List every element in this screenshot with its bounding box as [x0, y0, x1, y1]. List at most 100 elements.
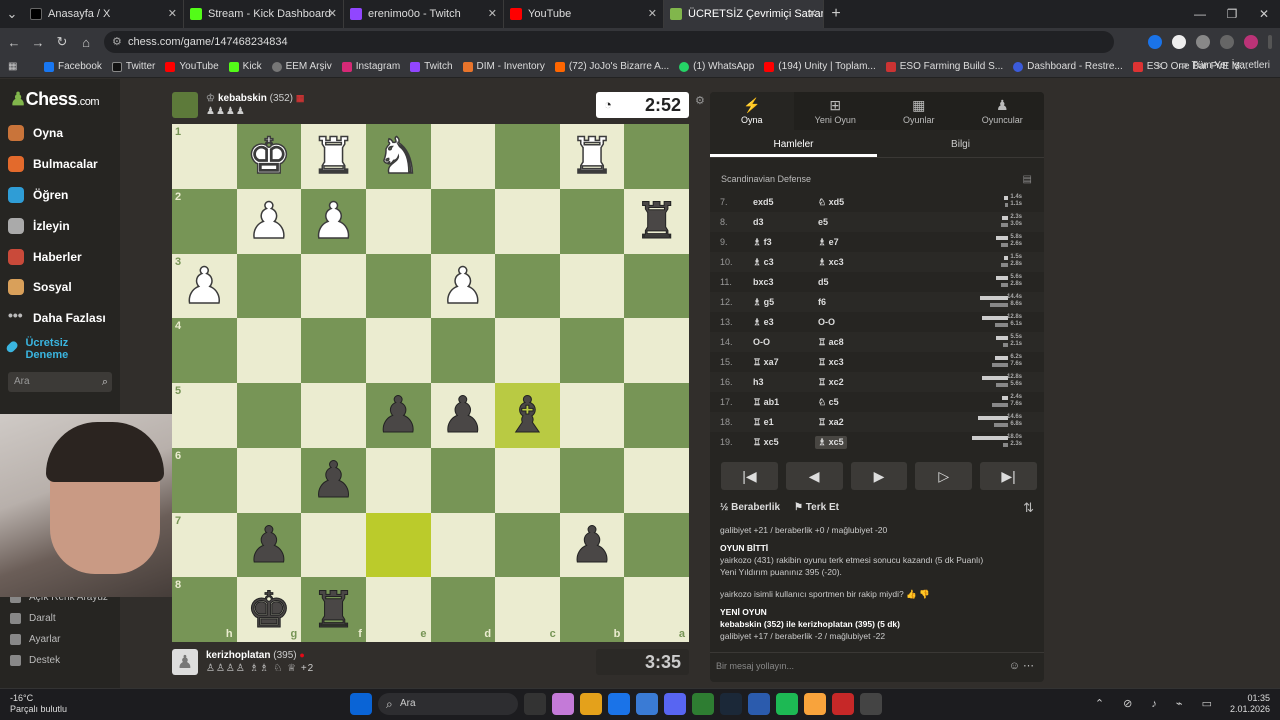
draw-button[interactable]: ½ Beraberlik — [720, 502, 780, 513]
task-view-icon[interactable] — [524, 693, 546, 715]
white-move[interactable]: ♗ f3 — [753, 237, 772, 248]
explorer-icon[interactable] — [580, 693, 602, 715]
chess-piece[interactable]: ♟ — [246, 195, 292, 247]
board-square[interactable] — [301, 253, 366, 319]
board-square[interactable]: f ♜ — [301, 577, 366, 642]
obs-icon[interactable] — [860, 693, 882, 715]
black-move[interactable]: ♗ xc5 — [815, 435, 847, 449]
xbox-icon[interactable] — [692, 693, 714, 715]
sidebar-item-free-trial[interactable]: Ücretsiz Deneme — [4, 337, 88, 361]
chess-piece[interactable]: ♚ — [246, 584, 292, 635]
tab-x[interactable]: Anasayfa / X ✕ — [24, 0, 184, 28]
white-move[interactable]: ♖ xc5 — [753, 437, 779, 448]
chrome-icon[interactable] — [608, 693, 630, 715]
reload-icon[interactable]: ↻ — [50, 34, 74, 50]
opening-name[interactable]: Scandinavian Defense — [721, 174, 811, 184]
tab-games[interactable]: ▦ Oyunlar — [877, 92, 961, 130]
sidebar-search-input[interactable]: Ara ⌕ — [8, 372, 112, 392]
black-move[interactable]: ♗ xc3 — [818, 257, 844, 268]
board-square[interactable] — [301, 318, 366, 383]
bookmark-unity[interactable]: (194) Unity | Toplam... — [764, 61, 876, 72]
board-square[interactable] — [495, 124, 560, 189]
chess-piece[interactable]: ♜ — [311, 584, 357, 635]
tab-youtube[interactable]: YouTube ✕ — [504, 0, 664, 28]
board-square[interactable] — [236, 447, 302, 513]
white-move[interactable]: h3 — [753, 377, 764, 387]
app-icon[interactable] — [748, 693, 770, 715]
close-icon[interactable]: ✕ — [488, 7, 497, 20]
black-move[interactable]: ♘ c5 — [818, 397, 839, 408]
chess-piece[interactable]: ♜ — [634, 196, 680, 247]
board-square[interactable] — [624, 512, 689, 578]
bookmark-eem[interactable]: EEM Arşiv — [271, 61, 332, 72]
black-move[interactable]: ♖ xa2 — [818, 417, 844, 428]
weather-widget[interactable]: -16°C Parçalı bulutlu — [10, 693, 67, 715]
close-icon[interactable]: ✕ — [808, 7, 817, 20]
board-square[interactable] — [430, 318, 496, 383]
board-square[interactable] — [624, 124, 689, 189]
board-square[interactable] — [495, 188, 560, 254]
board-square[interactable]: c — [495, 577, 560, 642]
white-move[interactable]: ♗ e3 — [753, 317, 774, 328]
sidebar-item-settings[interactable]: Ayarlar — [10, 634, 61, 645]
close-icon[interactable]: ✕ — [648, 7, 657, 20]
board-square[interactable]: 1 — [172, 124, 237, 189]
back-icon[interactable]: ← — [2, 35, 26, 50]
last-move-button[interactable]: ▶| — [980, 462, 1037, 490]
avatar[interactable]: ♟ — [172, 649, 198, 675]
board-square[interactable]: ♞ — [365, 124, 431, 189]
board-square[interactable] — [236, 383, 302, 448]
next-move-button[interactable]: ▷ — [915, 462, 973, 490]
board-square[interactable]: 4 — [172, 318, 237, 383]
sidebar-item-collapse[interactable]: Daralt — [10, 613, 56, 624]
tab-play[interactable]: ⚡ Oyna — [710, 92, 794, 130]
board-square[interactable]: 3 ♟ — [172, 253, 237, 319]
black-move[interactable]: f6 — [818, 297, 826, 307]
white-move[interactable]: ♗ g5 — [753, 297, 774, 308]
sidebar-item-puzzles[interactable]: Bulmacalar — [8, 156, 98, 172]
extension-icon[interactable] — [1172, 35, 1186, 49]
flip-board-icon[interactable]: ⇅ — [1023, 500, 1034, 516]
forward-icon[interactable]: → — [26, 35, 50, 50]
board-square[interactable]: ♝ — [495, 383, 560, 448]
black-move[interactable]: ♗ e7 — [818, 237, 839, 248]
board-square[interactable] — [559, 447, 625, 513]
black-move[interactable]: ♖ xc3 — [818, 357, 844, 368]
first-move-button[interactable]: |◀ — [721, 462, 778, 490]
board-square[interactable] — [495, 318, 560, 383]
close-window-icon[interactable]: ✕ — [1248, 0, 1280, 28]
player-name[interactable]: kebabskin — [218, 93, 267, 104]
chess-piece[interactable]: ♟ — [181, 260, 227, 312]
url-field[interactable]: ⚙ chess.com/game/147468234834 — [104, 31, 1114, 53]
start-icon[interactable] — [350, 693, 372, 715]
chess-piece[interactable]: ♝ — [505, 390, 551, 441]
board-square[interactable]: a — [624, 577, 689, 642]
app-icon[interactable] — [832, 693, 854, 715]
clock-tray[interactable]: 01:35 2.01.2026 — [1230, 693, 1270, 715]
tab-new-game[interactable]: ⊞ Yeni Oyun — [793, 92, 877, 130]
board-square[interactable]: 8h — [172, 577, 237, 642]
chess-logo[interactable]: ♟Chess.com — [10, 89, 100, 110]
chess-piece[interactable]: ♟ — [246, 519, 292, 570]
sidebar-item-more[interactable]: ••• Daha Fazlası — [8, 308, 106, 326]
black-move[interactable]: ♖ xc2 — [818, 377, 844, 388]
play-moves-button[interactable]: ▶ — [850, 462, 908, 490]
board-square[interactable]: 5 — [172, 383, 237, 448]
board-square[interactable] — [365, 318, 431, 383]
sidebar-item-support[interactable]: Destek — [10, 655, 60, 666]
board-settings-icon[interactable]: ⚙ — [695, 94, 705, 107]
white-move[interactable]: d3 — [753, 217, 764, 227]
app-icon[interactable] — [804, 693, 826, 715]
board-square[interactable] — [495, 253, 560, 319]
board-square[interactable]: ♟ — [301, 188, 366, 254]
bookmark-dim[interactable]: DIM - Inventory — [462, 61, 545, 72]
board-square[interactable] — [365, 512, 431, 578]
close-icon[interactable]: ✕ — [168, 7, 177, 20]
board-square[interactable] — [495, 447, 560, 513]
tab-moves[interactable]: Hamleler — [710, 132, 877, 157]
book-icon[interactable]: ▤ — [1023, 174, 1032, 185]
taskbar-search[interactable]: Ara — [378, 693, 518, 715]
close-icon[interactable]: ✕ — [328, 7, 337, 20]
board-square[interactable] — [559, 253, 625, 319]
board-square[interactable] — [624, 383, 689, 448]
